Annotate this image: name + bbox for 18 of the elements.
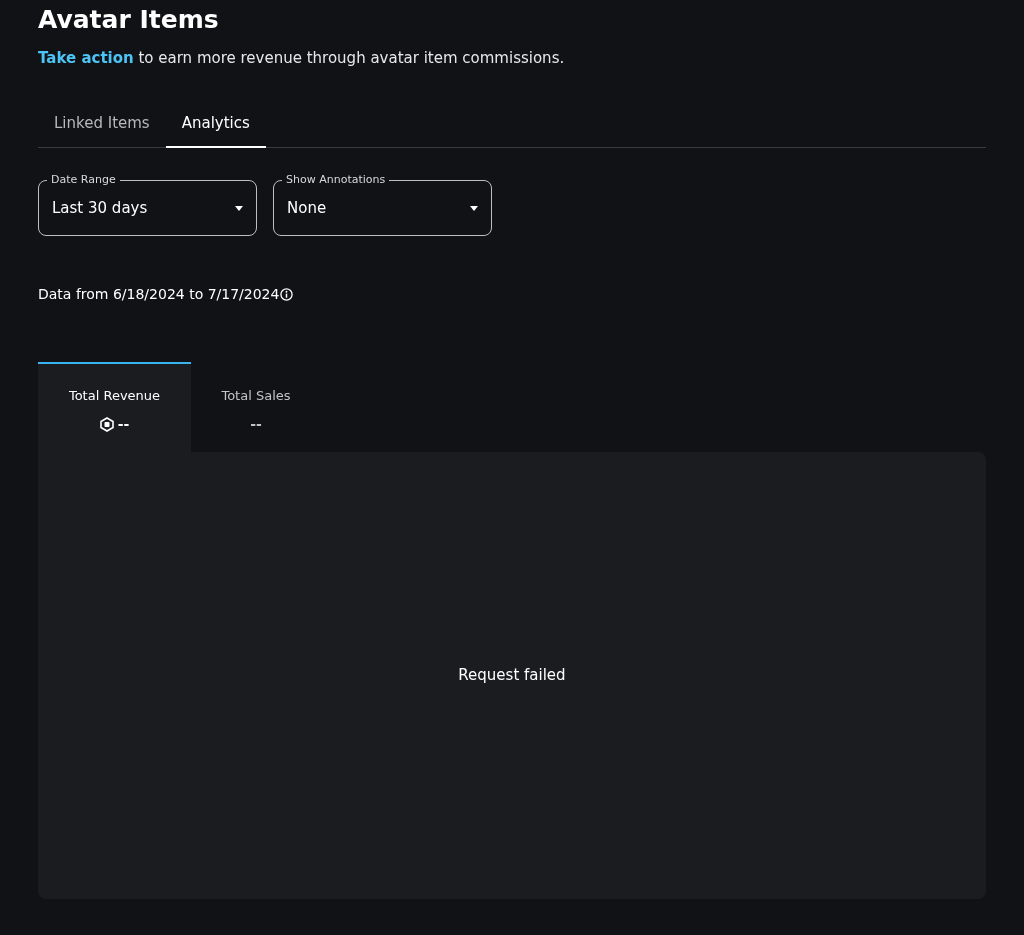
dropdown-label: Date Range [47,173,120,187]
metric-tab[interactable]: Total Revenue -- [38,362,191,452]
page-title: Avatar Items [38,4,219,36]
info-icon[interactable] [280,288,294,301]
metric-tab[interactable]: Total Sales -- [191,362,321,452]
take-action-link[interactable]: Take action [38,49,134,67]
metric-value: -- [250,414,262,434]
tab[interactable]: Linked Items [38,111,166,148]
caret-icon [235,205,243,211]
tab[interactable]: Analytics [165,111,266,148]
caret-icon [470,205,478,211]
metric-value: -- [117,414,130,434]
dropdown-value: None [287,197,327,219]
subtitle: Take action to earn more revenue through avatar item commissions. [38,48,565,69]
hexagon-coin-icon [99,416,114,432]
dropdown-value: Last 30 days [52,197,148,219]
date-range-text: Data from 6/18/2024 to 7/17/2024 [38,285,280,304]
error-message: Request failed [458,665,566,687]
